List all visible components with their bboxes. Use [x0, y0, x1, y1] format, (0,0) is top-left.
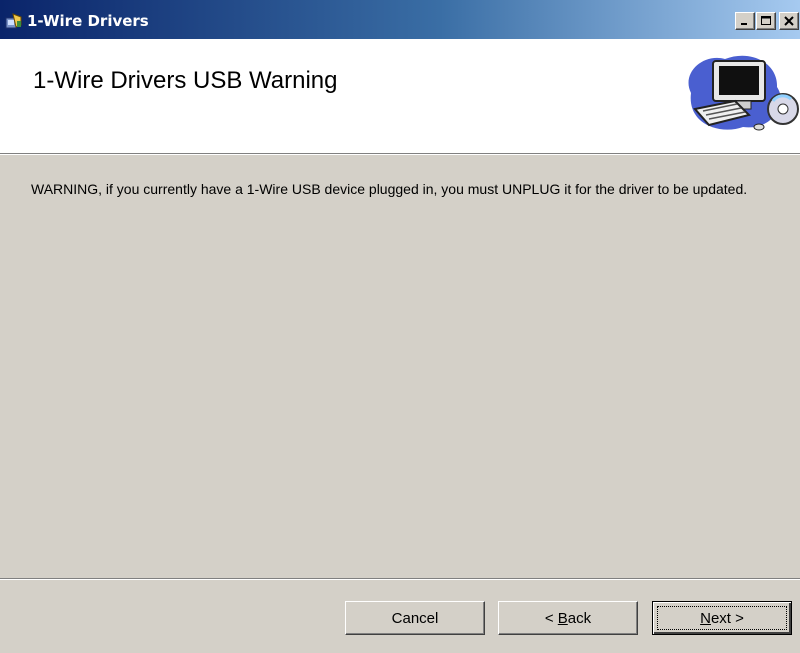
focus-rectangle	[657, 606, 787, 630]
next-button[interactable]: Next >	[652, 601, 792, 635]
window-title: 1-Wire Drivers	[27, 12, 149, 30]
maximize-button[interactable]	[756, 12, 776, 30]
back-button[interactable]: < Back	[498, 601, 638, 635]
header-separator	[0, 153, 800, 155]
footer-separator	[0, 578, 800, 580]
back-button-label: < Back	[544, 609, 592, 627]
page-title: 1-Wire Drivers USB Warning	[33, 67, 338, 94]
maximize-icon	[761, 16, 771, 25]
cancel-button[interactable]: Cancel	[345, 601, 485, 635]
installer-icon	[5, 12, 23, 30]
header-banner: 1-Wire Drivers USB Warning	[0, 39, 800, 153]
title-bar[interactable]: 1-Wire Drivers	[0, 0, 800, 39]
close-button[interactable]	[779, 12, 799, 30]
cancel-button-label: Cancel	[391, 609, 439, 627]
close-icon	[784, 16, 794, 26]
minimize-icon	[741, 23, 747, 25]
warning-message: WARNING, if you currently have a 1-Wire …	[31, 181, 748, 197]
minimize-button[interactable]	[735, 12, 755, 30]
computer-cd-icon	[673, 43, 800, 135]
